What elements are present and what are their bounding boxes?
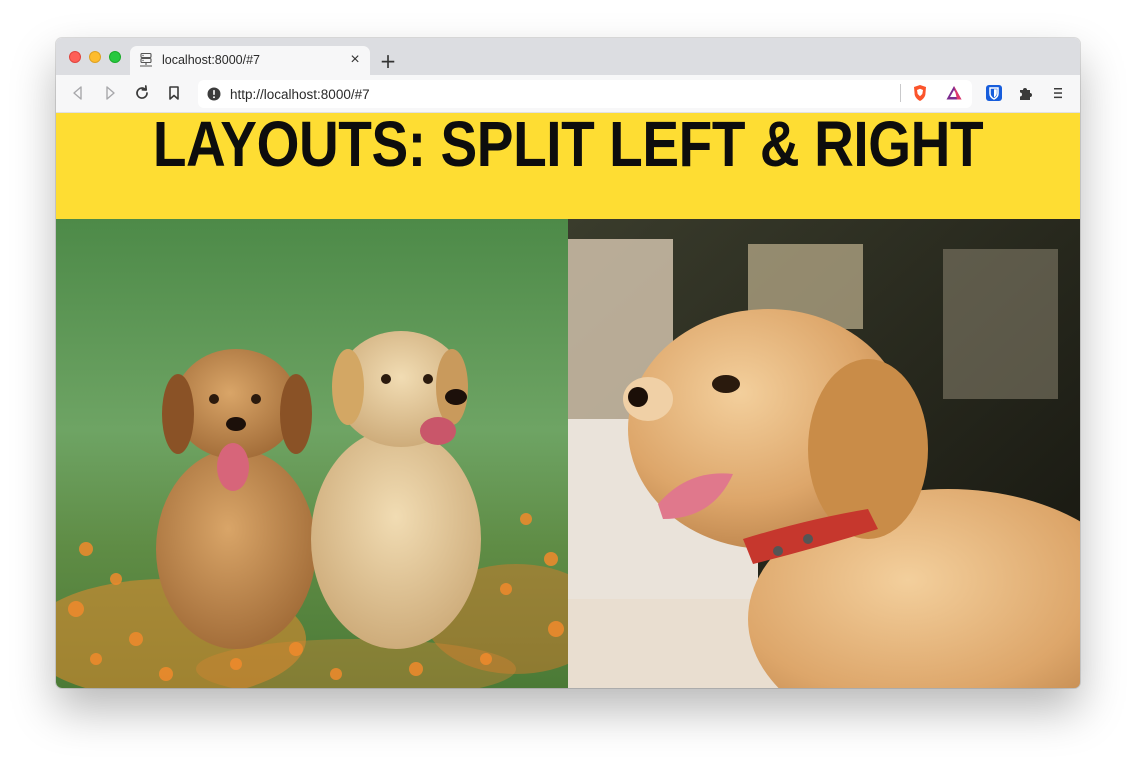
tab-title: localhost:8000/#7 [162,53,260,67]
left-image [56,219,568,688]
server-icon [140,52,152,67]
brave-shields-icon[interactable] [911,84,929,102]
right-image [568,219,1080,688]
page-title: LAYOUTS: SPLIT LEFT & RIGHT [152,113,984,180]
menu-icon[interactable] [1049,84,1067,102]
brave-rewards-icon[interactable] [945,84,963,102]
close-tab-icon[interactable]: × [346,51,364,69]
browser-window: localhost:8000/#7 × + http://localhost:8… [56,38,1080,688]
reload-icon[interactable] [133,84,151,102]
bitwarden-icon[interactable] [985,84,1003,102]
tab-strip: localhost:8000/#7 × + [56,38,1080,75]
site-info-icon[interactable] [207,87,221,101]
puppy-with-collar-photo [568,219,1080,688]
forward-icon[interactable] [101,84,119,102]
tab-localhost[interactable]: localhost:8000/#7 × [130,46,370,75]
window-maximize-button[interactable] [109,51,121,63]
navigation-toolbar: http://localhost:8000/#7 [56,75,1080,113]
new-tab-button[interactable]: + [377,50,399,72]
two-puppies-photo [56,219,568,688]
header-banner: LAYOUTS: SPLIT LEFT & RIGHT [56,113,1080,219]
extensions-puzzle-icon[interactable] [1017,84,1035,102]
back-icon[interactable] [69,84,87,102]
window-close-button[interactable] [69,51,81,63]
bookmark-icon[interactable] [165,84,183,102]
window-minimize-button[interactable] [89,51,101,63]
page-content: LAYOUTS: SPLIT LEFT & RIGHT [56,113,1080,688]
url-text[interactable]: http://localhost:8000/#7 [230,87,370,102]
address-bar[interactable]: http://localhost:8000/#7 [198,80,972,108]
toolbar-divider [900,84,901,102]
